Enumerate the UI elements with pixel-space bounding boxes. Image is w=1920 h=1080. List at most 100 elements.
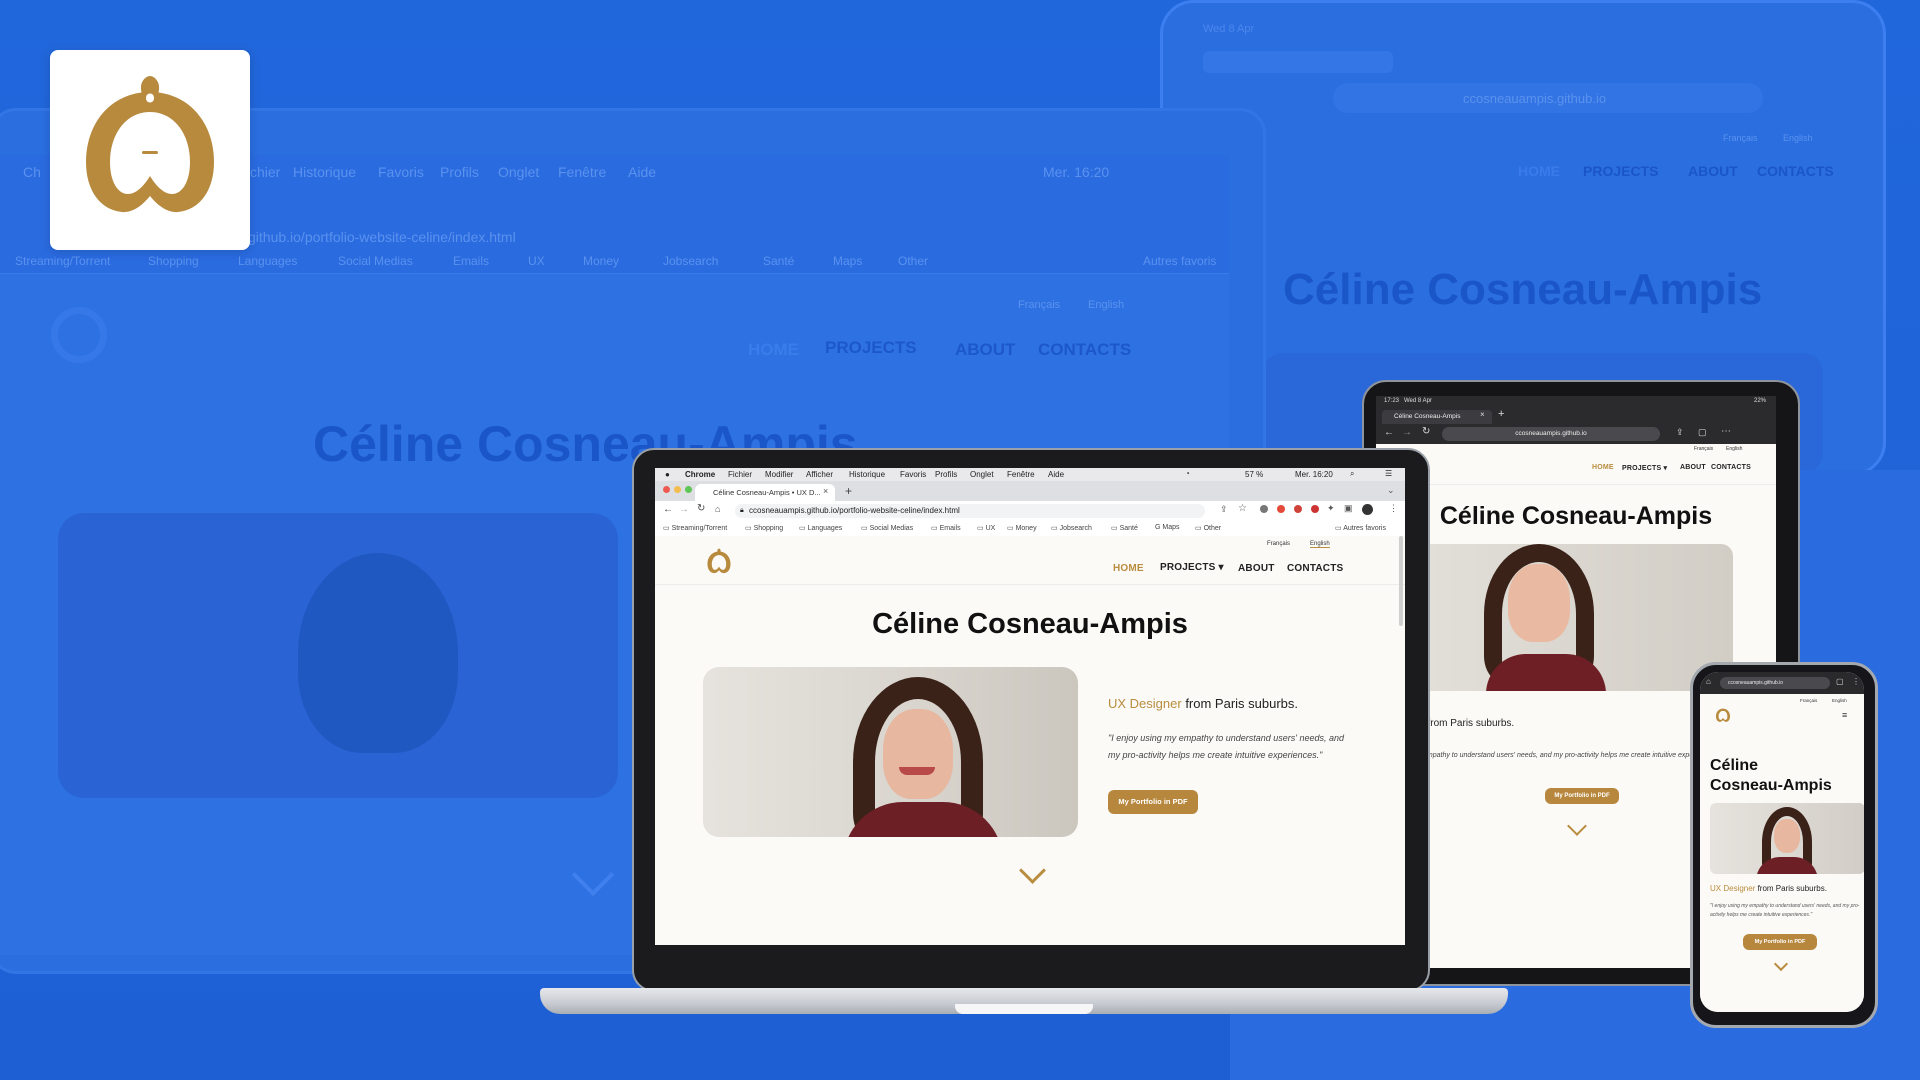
chrome-menu-icon[interactable]: ⋮ [1389,503,1398,514]
nav-contacts[interactable]: CONTACTS [1287,563,1343,574]
bookmark-folder-1[interactable]: ▭ Shopping [745,524,783,532]
extension-icon-3[interactable] [1294,505,1302,513]
window-close-button[interactable] [663,486,670,493]
bg-tablet-nav-projects: PROJECTS [1583,163,1659,179]
bookmark-folder-8[interactable]: ▭ Santé [1111,524,1138,532]
bookmark-folder-6[interactable]: ▭ Money [1007,524,1037,532]
tablet-tab-close-icon[interactable]: × [1480,410,1485,419]
menu-onglet[interactable]: Onglet [970,470,994,479]
bookmark-folder-3[interactable]: ▭ Social Medias [861,524,913,532]
bookmark-folder-7[interactable]: ▭ Jobsearch [1051,524,1092,532]
bookmark-folder-10[interactable]: ▭ Other [1195,524,1221,532]
wifi-icon[interactable]: ◔ [1185,469,1190,478]
menu-chrome[interactable]: Chrome [685,470,715,479]
tablet-tab-title: Céline Cosneau-Ampis [1394,413,1461,420]
tablet-share-icon[interactable]: ⇪ [1676,427,1684,438]
control-center-icon[interactable]: ☰ [1385,469,1392,478]
bg-menu-7: Aide [628,164,657,180]
tablet-new-tab-icon[interactable]: + [1498,408,1504,420]
tablet-tab[interactable]: Céline Cosneau-Ampis [1382,410,1492,424]
menu-fichier[interactable]: Fichier [728,470,752,479]
share-icon[interactable]: ⇪ [1220,504,1228,515]
profile-avatar[interactable] [1362,504,1373,515]
phone-tabs-icon[interactable]: ▢ [1836,677,1844,686]
phone-chevron-down-icon[interactable] [1773,956,1789,972]
address-bar[interactable]: 🔒︎ ccosneauampis.github.io/portfolio-web… [735,504,1205,518]
other-bookmarks[interactable]: ▭ Autres favoris [1335,524,1386,532]
back-icon[interactable]: ← [663,504,673,515]
window-zoom-button[interactable] [685,486,692,493]
quote: "I enjoy using my empathy to understand … [1108,733,1345,760]
bookmark-star-icon[interactable]: ☆ [1238,503,1247,514]
phone-home-icon[interactable]: ⌂ [1706,677,1711,686]
menu-profils[interactable]: Profils [935,470,957,479]
menu-modifier[interactable]: Modifier [765,470,793,479]
tablet-toolbar: ← → ↻ ccosneauampis.github.io ⇪ ▢ ⋯ [1376,424,1776,444]
bg-bm-7: Jobsearch [663,254,719,268]
tablet-lang-fr[interactable]: Français [1694,446,1713,452]
bookmark-label-6: Money [1015,525,1037,532]
tablet-more-icon[interactable]: ⋯ [1721,426,1731,437]
menu-aide[interactable]: Aide [1048,470,1064,479]
phone-menu-icon[interactable]: ⋮ [1852,677,1860,686]
tablet-tabs-icon[interactable]: ▢ [1698,427,1707,438]
menu-fenetre[interactable]: Fenêtre [1007,470,1035,479]
nav-projects[interactable]: PROJECTS ▾ [1160,562,1224,573]
new-tab-icon[interactable]: + [845,484,852,498]
bg-nav-home: HOME [748,340,799,359]
lang-fr-link[interactable]: Français [1267,541,1290,547]
tab-search-chevron-down-icon[interactable]: ⌄ [1387,485,1395,496]
tablet-nav-contacts[interactable]: CONTACTS [1711,464,1751,471]
page-scrollbar[interactable] [1399,536,1403,626]
site-logo-icon[interactable] [701,544,737,580]
tablet-portfolio-pdf-button[interactable]: My Portfolio in PDF [1545,788,1619,804]
extensions-puzzle-icon[interactable]: ✦ [1327,503,1335,514]
tablet-reload-icon[interactable]: ↻ [1422,426,1430,437]
menu-afficher[interactable]: Afficher [806,470,833,479]
spotlight-search-icon[interactable]: ⌕ [1350,469,1354,479]
lang-en-link[interactable]: English [1310,541,1330,548]
bookmark-folder-2[interactable]: ▭ Languages [799,524,842,532]
bg-chevron-down-icon [571,853,615,897]
scroll-chevron-down-icon[interactable] [1019,857,1046,884]
side-panel-icon[interactable]: ▣ [1344,503,1353,514]
portfolio-pdf-button[interactable]: My Portfolio in PDF [1108,790,1198,814]
tablet-omnibox[interactable]: ccosneauampis.github.io [1442,427,1660,441]
bg-tablet-nav-contacts: CONTACTS [1757,163,1834,179]
tablet-forward-icon[interactable]: → [1402,427,1412,438]
browser-tab-active[interactable]: Céline Cosneau-Ampis • UX D... [695,484,835,501]
nav-home[interactable]: HOME [1113,563,1144,574]
nav-about[interactable]: ABOUT [1238,563,1275,574]
bookmark-link-9[interactable]: G Maps [1155,524,1180,531]
tablet-lang-en[interactable]: English [1726,446,1742,452]
reload-icon[interactable]: ↻ [697,503,705,514]
tab-close-icon[interactable]: × [823,486,828,496]
menu-favoris[interactable]: Favoris [900,470,926,479]
phone-omnibox[interactable]: ccosneauampis.github.io [1720,677,1830,689]
tablet-back-icon[interactable]: ← [1384,427,1394,438]
role-highlight: UX Designer [1108,696,1182,711]
phone-lang-en[interactable]: English [1832,698,1847,703]
forward-icon[interactable]: → [679,504,689,515]
tablet-nav-projects[interactable]: PROJECTS ▾ [1622,464,1667,472]
chrome-tabstrip: Céline Cosneau-Ampis • UX D... × + ⌄ [655,481,1405,501]
home-icon[interactable]: ⌂ [715,504,720,514]
bookmark-folder-5[interactable]: ▭ UX [977,524,995,532]
bookmark-folder-0[interactable]: ▭ Streaming/Torrent [663,524,727,532]
extension-icon-4[interactable] [1311,505,1319,513]
bookmark-folder-4[interactable]: ▭ Emails [931,524,961,532]
tablet-nav-about[interactable]: ABOUT [1680,464,1706,471]
extension-icon-1[interactable] [1260,505,1268,513]
bg-menu-4: Profils [440,164,479,180]
phone-portfolio-pdf-button[interactable]: My Portfolio in PDF [1743,934,1817,950]
phone-hamburger-menu-icon[interactable]: ≡ [1842,710,1847,720]
apple-icon[interactable]: ● [665,470,670,479]
menu-historique[interactable]: Historique [849,470,885,479]
tablet-nav-home[interactable]: HOME [1592,464,1614,471]
bg-tablet-omnibox: ccosneauampis.github.io [1333,83,1763,113]
phone-lang-fr[interactable]: Français [1800,698,1817,703]
window-minimize-button[interactable] [674,486,681,493]
tablet-chevron-down-icon[interactable] [1567,816,1587,836]
phone-logo-icon[interactable] [1712,704,1734,726]
extension-icon-2[interactable] [1277,505,1285,513]
